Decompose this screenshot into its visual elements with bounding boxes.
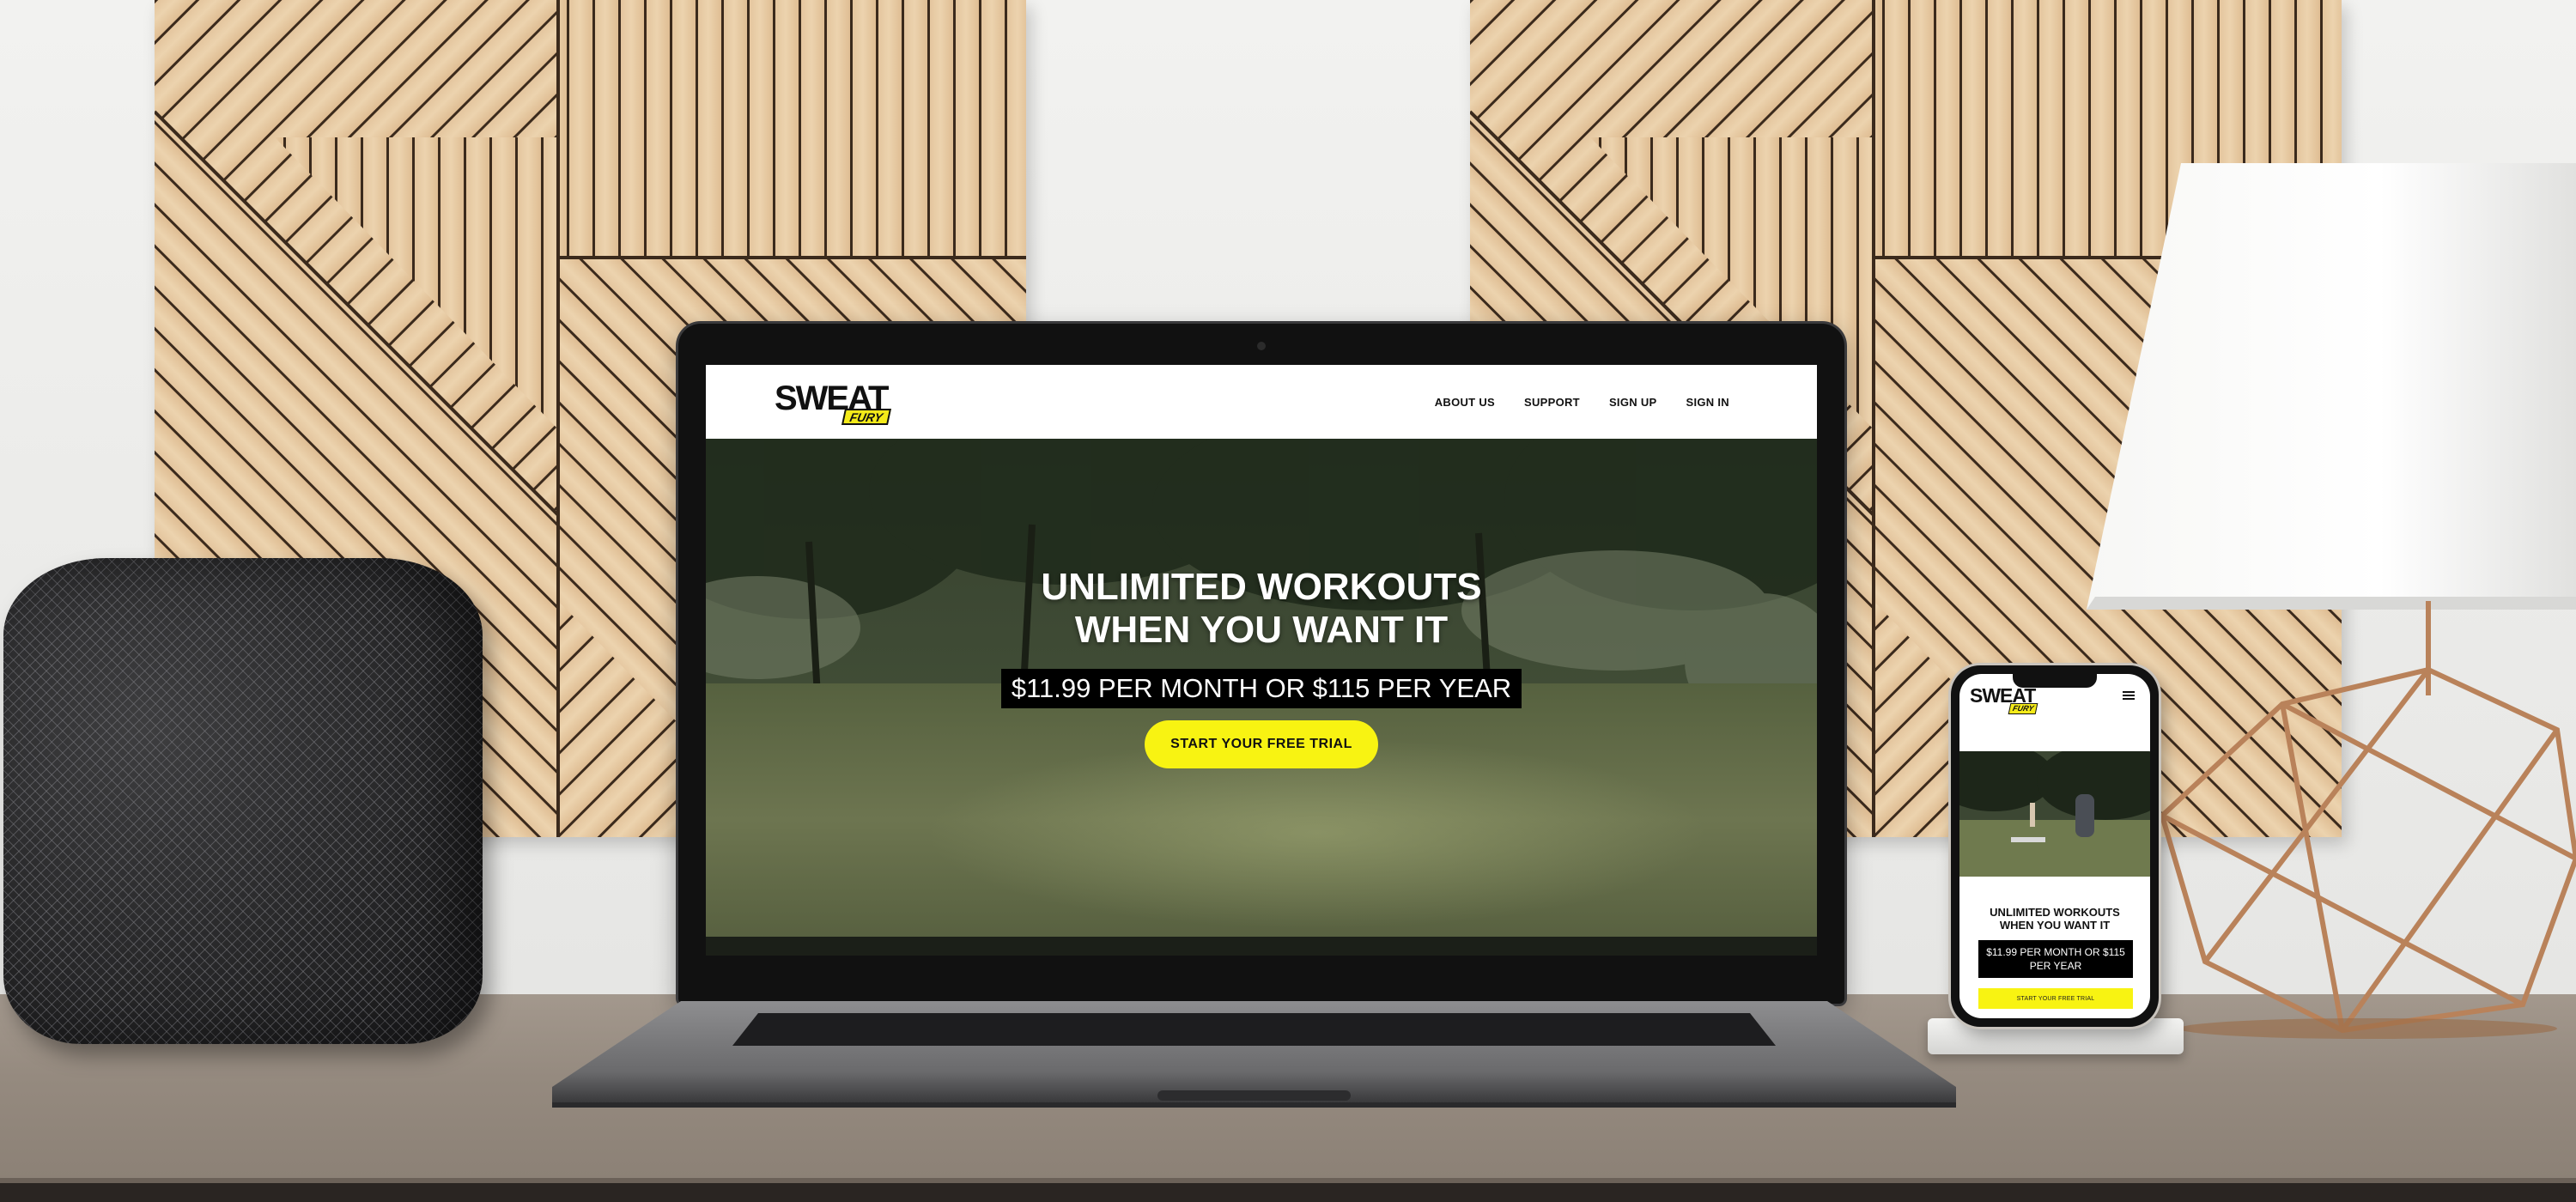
- mobile-website: SWEAT FURY UNLIMITED WORKOUTS WHEN YOU W…: [1959, 674, 2150, 1018]
- nav-sign-up[interactable]: SIGN UP: [1609, 396, 1657, 409]
- nav-sign-in[interactable]: SIGN IN: [1686, 396, 1730, 409]
- hero-title: UNLIMITED WORKOUTS WHEN YOU WANT IT: [1041, 566, 1482, 651]
- smartphone: SWEAT FURY UNLIMITED WORKOUTS WHEN YOU W…: [1951, 665, 2159, 1027]
- lamp-base-geometric: [2154, 601, 2576, 1039]
- desk-front: [0, 1183, 2576, 1202]
- mobile-price-banner: $11.99 PER MONTH OR $115 PER YEAR: [1978, 940, 2133, 978]
- nav-about-us[interactable]: ABOUT US: [1435, 396, 1495, 409]
- mobile-hero-title: UNLIMITED WORKOUTS WHEN YOU WANT IT: [1990, 906, 2120, 932]
- laptop-camera: [1257, 342, 1266, 350]
- laptop-keyboard-base: [552, 1001, 1956, 1113]
- mobile-hero-image: [1959, 751, 2150, 877]
- nav-support[interactable]: SUPPORT: [1524, 396, 1580, 409]
- mobile-logo-tag: FURY: [2008, 703, 2038, 714]
- site-logo[interactable]: SWEAT FURY: [775, 378, 895, 426]
- mobile-logo[interactable]: SWEAT FURY: [1970, 684, 2038, 715]
- smart-speaker: [3, 558, 483, 1044]
- laptop-screen-bezel: SWEAT FURY ABOUT US SUPPORT SIGN UP SIGN…: [678, 324, 1844, 1004]
- mobile-start-free-trial-button[interactable]: START YOUR FREE TRIAL: [1978, 988, 2133, 1009]
- site-header: SWEAT FURY ABOUT US SUPPORT SIGN UP SIGN…: [706, 365, 1817, 439]
- hero-section: UNLIMITED WORKOUTS WHEN YOU WANT IT $11.…: [706, 439, 1817, 956]
- hamburger-menu-icon[interactable]: [2123, 691, 2135, 700]
- desktop-website: SWEAT FURY ABOUT US SUPPORT SIGN UP SIGN…: [706, 365, 1817, 956]
- start-free-trial-button[interactable]: START YOUR FREE TRIAL: [1145, 720, 1378, 768]
- hero-content: UNLIMITED WORKOUTS WHEN YOU WANT IT $11.…: [706, 439, 1817, 956]
- logo-tag: FURY: [841, 409, 891, 425]
- lamp-shade: [2087, 163, 2576, 610]
- main-nav: ABOUT US SUPPORT SIGN UP SIGN IN: [1435, 396, 1729, 409]
- hero-price-banner: $11.99 PER MONTH OR $115 PER YEAR: [1000, 669, 1522, 708]
